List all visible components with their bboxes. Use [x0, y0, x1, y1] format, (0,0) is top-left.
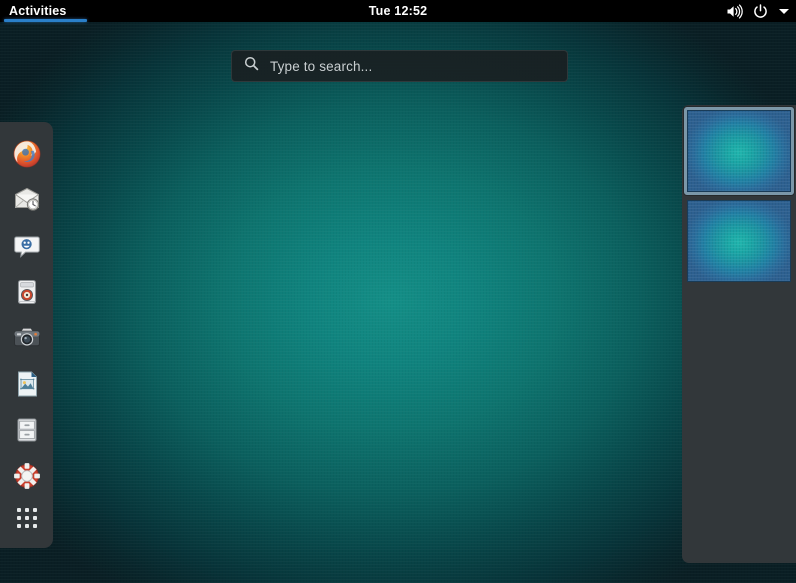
activities-label: Activities — [9, 5, 67, 18]
show-applications-button[interactable] — [4, 499, 50, 536]
search-icon — [244, 56, 259, 76]
workspace-thumbnail-1[interactable] — [687, 110, 791, 192]
chevron-down-icon[interactable] — [778, 6, 790, 16]
clock-label: Tue 12:52 — [369, 4, 428, 18]
dash-item-files[interactable] — [4, 407, 50, 453]
search-placeholder-text: Type to search... — [270, 59, 372, 74]
dash-item-empathy[interactable] — [4, 223, 50, 269]
status-menu-button[interactable] — [726, 0, 790, 22]
activities-active-indicator — [4, 19, 87, 22]
dash-item-help[interactable] — [4, 453, 50, 499]
overview-dim-overlay — [0, 0, 796, 583]
dash-item-libreoffice-draw[interactable] — [4, 361, 50, 407]
workspace-thumbnail-panel — [682, 105, 796, 563]
dash-item-rhythmbox[interactable] — [4, 269, 50, 315]
workspace-thumbnail-2[interactable] — [687, 200, 791, 282]
volume-icon[interactable] — [726, 4, 743, 19]
power-icon[interactable] — [753, 4, 768, 19]
dash-item-evolution[interactable] — [4, 177, 50, 223]
workspace-thumbnail-1-wrapper — [684, 107, 794, 195]
workspace-thumbnail-2-texture — [688, 201, 790, 281]
dash-item-cheese[interactable] — [4, 315, 50, 361]
desktop-overview: Activities Tue 12:52 — [0, 0, 796, 583]
top-bar: Activities Tue 12:52 — [0, 0, 796, 22]
clock-button[interactable]: Tue 12:52 — [0, 0, 796, 22]
dash-item-firefox[interactable] — [4, 131, 50, 177]
workspace-thumbnail-1-texture — [688, 111, 790, 191]
grid-dots-icon — [17, 508, 37, 528]
search-input[interactable]: Type to search... — [231, 50, 568, 82]
dash — [0, 122, 53, 548]
workspace-thumbnail-2-wrapper — [687, 200, 791, 282]
